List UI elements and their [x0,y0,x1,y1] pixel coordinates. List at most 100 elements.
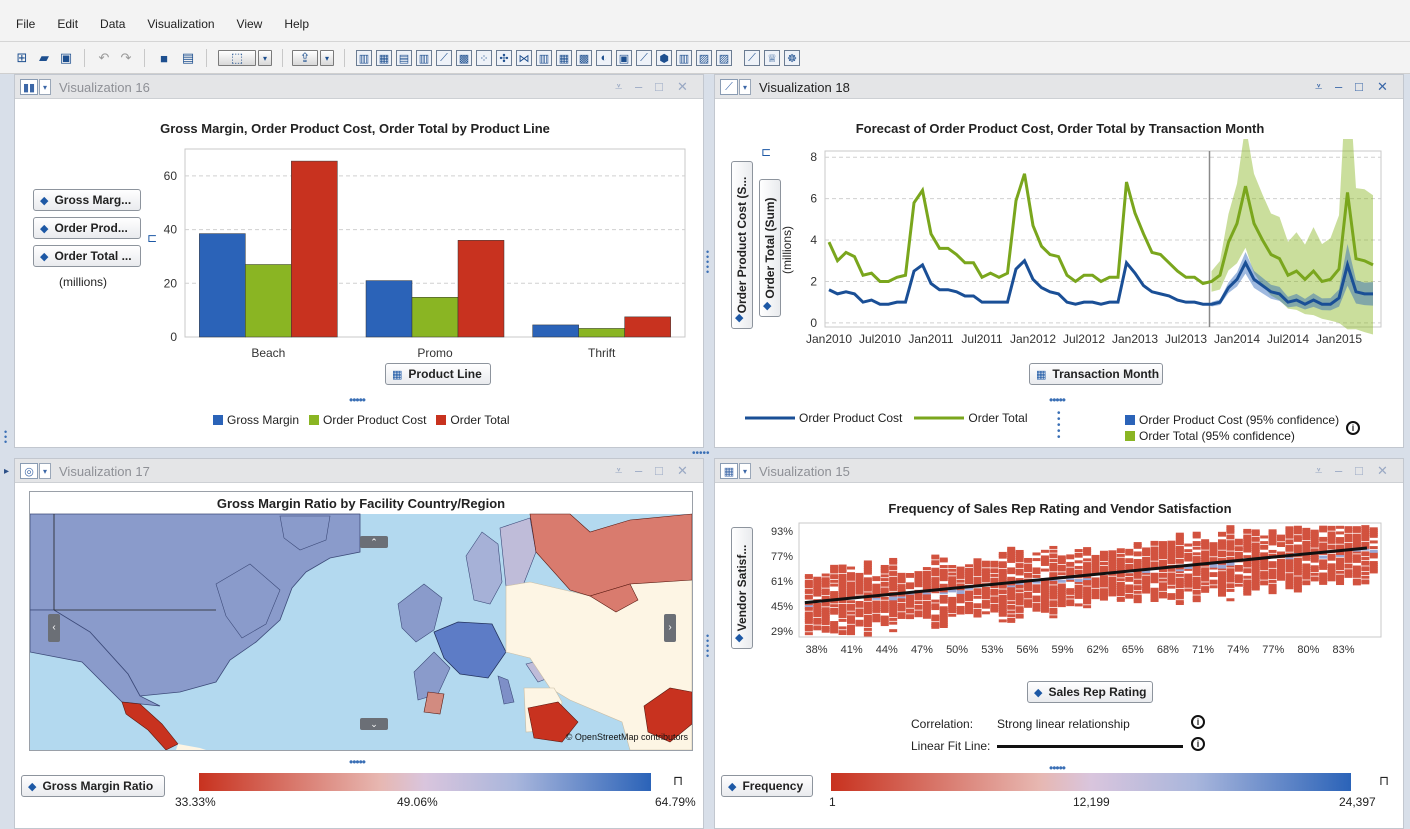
network-icon[interactable]: ✣ [496,50,512,66]
filter-icon[interactable]: ⩡ [1315,463,1322,479]
minimize-icon[interactable]: – [635,79,642,94]
scale-max-label: 24,397 [1339,795,1376,809]
select-tool-icon[interactable]: ⬚ [218,50,256,66]
correlation-icon[interactable]: ⋈ [516,50,532,66]
menu-visualization[interactable]: Visualization [147,17,214,33]
heatmap-cell [1361,566,1370,570]
waterfall-icon[interactable]: ▥ [676,50,692,66]
pan-left-button[interactable]: ‹ [48,614,60,642]
measure-button-gross-margin[interactable]: ◆ Gross Marg... [33,189,141,211]
menu-edit[interactable]: Edit [57,17,78,33]
line-chart-icon[interactable]: ⟋ [436,50,452,66]
x-axis-button-transaction-month[interactable]: ▦ Transaction Month [1029,363,1163,385]
maximize-icon[interactable]: □ [655,463,663,478]
chevron-down-icon[interactable]: ▾ [39,463,51,479]
treemap-icon[interactable]: ▣ [616,50,632,66]
pan-up-button[interactable]: ⌃ [360,536,388,548]
histogram-icon[interactable]: ▥ [536,50,552,66]
menu-data[interactable]: Data [100,17,125,33]
heatmap-cell [1361,560,1370,564]
y-axis-button-vendor-satisfaction[interactable]: Vendor Satisf... ◆ [731,527,753,649]
redo-icon[interactable]: ↷ [118,50,134,66]
crosstab-icon[interactable]: ▤ [396,50,412,66]
x-axis-button-sales-rep-rating[interactable]: ◆ Sales Rep Rating [1027,681,1153,703]
export-icon[interactable]: ⇪ [292,50,318,66]
info-icon[interactable]: i [1191,737,1205,751]
heatmap-cell [931,603,940,607]
heatmap-icon[interactable]: ▩ [576,50,592,66]
color-measure-button[interactable]: ◆ Frequency [721,775,813,797]
menu-file[interactable]: File [16,17,35,33]
pan-down-button[interactable]: ⌄ [360,718,388,730]
heatmap-cell [931,599,940,603]
y-axis-button-order-total[interactable]: Order Total (Sum) ◆ [759,179,781,317]
bar-chart-icon[interactable]: ▮▮ [20,79,38,95]
new-report-icon[interactable]: ⊞ [14,50,30,66]
table-icon[interactable]: ▦ [376,50,392,66]
chevron-down-icon[interactable]: ▾ [739,463,751,479]
geo-map-icon[interactable]: ⟋ [636,50,652,66]
info-icon[interactable]: i [1191,715,1205,729]
minimize-icon[interactable]: – [1335,79,1342,94]
needle-icon[interactable]: ⟋ [744,50,760,66]
filter-icon[interactable]: ⩡ [615,79,622,95]
minimize-icon[interactable]: – [1335,463,1342,478]
close-icon[interactable]: ✕ [1377,79,1388,95]
lock-icon[interactable]: ⊓ [673,773,683,789]
decision-tree-icon[interactable]: ⬢ [656,50,672,66]
maximize-icon[interactable]: ■ [156,50,172,66]
heatmap-icon[interactable]: ▦ [720,463,738,479]
panel-title: Visualization 16 [59,80,150,95]
bar-line-icon[interactable]: ▥ [416,50,432,66]
heatmap-cell [1049,553,1058,557]
bar-chart-icon[interactable]: ▥ [356,50,372,66]
chevron-down-icon[interactable]: ▾ [739,79,751,95]
measure-button-order-total[interactable]: ◆ Order Total ... [33,245,141,267]
maximize-icon[interactable]: □ [655,79,663,94]
heatmap-cell [998,619,1007,623]
box-plot-icon[interactable]: ▦ [556,50,572,66]
menu-help[interactable]: Help [284,17,309,33]
heatmap-cell [939,557,948,561]
info-icon[interactable]: i [1346,421,1360,435]
word-cloud-icon[interactable]: ☸ [784,50,800,66]
globe-icon[interactable]: ◎ [20,463,38,479]
select-dropdown-icon[interactable]: ▾ [258,50,272,66]
minimize-icon[interactable]: – [635,463,642,478]
axis-lock-icon[interactable]: ⊏ [761,145,771,159]
heatmap-cell [1032,584,1041,588]
close-icon[interactable]: ✕ [677,79,688,95]
filter-icon[interactable]: ⩡ [615,463,622,479]
layout-icon[interactable]: ▤ [180,50,196,66]
close-icon[interactable]: ✕ [1377,463,1388,479]
y-axis-button-order-product-cost[interactable]: Order Product Cost (S... ◆ [731,161,753,329]
area-icon[interactable]: ▨ [716,50,732,66]
map-view[interactable]: Gross Margin Ratio by Facility Country/R… [29,491,693,751]
bubble-icon[interactable]: ⁘ [476,50,492,66]
heatmap-cell [1336,574,1345,578]
maximize-icon[interactable]: □ [1355,463,1363,478]
filter-icon[interactable]: ⩡ [1315,79,1322,95]
menu-view[interactable]: View [237,17,263,33]
maximize-icon[interactable]: □ [1355,79,1363,94]
heatmap-cell [1024,572,1033,576]
gauge-icon[interactable]: ♕ [764,50,780,66]
close-icon[interactable]: ✕ [677,463,688,479]
x-axis-button-product-line[interactable]: ▦ Product Line [385,363,491,385]
measure-button-order-product[interactable]: ◆ Order Prod... [33,217,141,239]
save-icon[interactable]: ▣ [58,50,74,66]
heatmap-cell [998,595,1007,599]
open-folder-icon[interactable]: ▰ [36,50,52,66]
pie-chart-icon[interactable]: ◐ [596,50,612,66]
pan-right-button[interactable]: › [664,614,676,642]
heatmap-cell [1192,576,1201,580]
chevron-down-icon[interactable]: ▾ [39,79,51,95]
export-dropdown-icon[interactable]: ▾ [320,50,334,66]
undo-icon[interactable]: ↶ [96,50,112,66]
lock-icon[interactable]: ⊓ [1379,773,1389,789]
color-measure-button[interactable]: ◆ Gross Margin Ratio [21,775,165,797]
forecast-icon[interactable]: ▨ [696,50,712,66]
line-chart-icon[interactable]: ⟋ [720,79,738,95]
scatter-icon[interactable]: ▩ [456,50,472,66]
heatmap-cell [922,570,931,574]
